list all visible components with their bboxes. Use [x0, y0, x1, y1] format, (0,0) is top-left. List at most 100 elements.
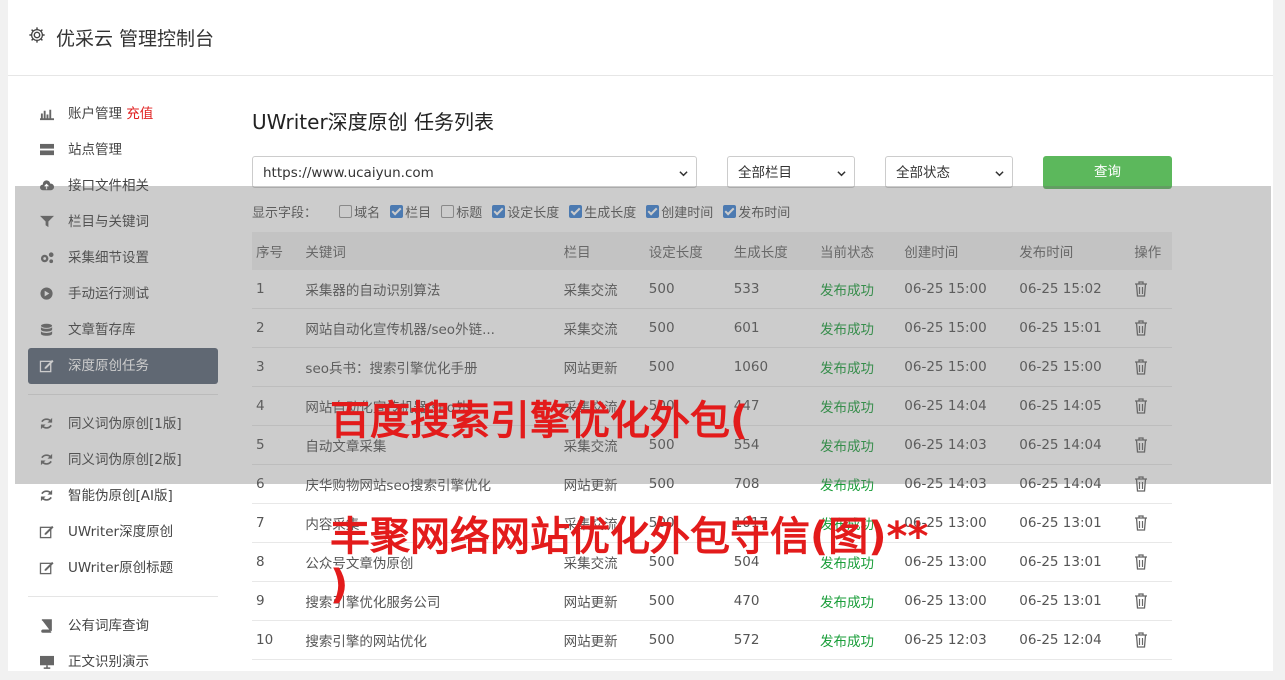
sidebar-item[interactable]: 手动运行测试: [28, 276, 218, 312]
table-cell: 06-25 14:03: [900, 425, 1016, 465]
trash-icon[interactable]: [1134, 320, 1148, 336]
table-cell: 06-25 14:04: [1015, 464, 1131, 504]
app-title: 优采云 管理控制台: [56, 28, 215, 50]
server-icon: [40, 143, 54, 156]
column-select[interactable]: 全部栏目: [727, 156, 855, 188]
sidebar-item-label: 公有词库查询: [68, 618, 149, 634]
table-cell-action: [1130, 542, 1172, 582]
sidebar-item[interactable]: 站点管理: [28, 132, 218, 168]
trash-icon[interactable]: [1134, 476, 1148, 492]
table-cell: 708: [729, 464, 817, 504]
table-cell: 发布成功: [816, 581, 901, 621]
edit-icon: [39, 525, 54, 539]
table-cell: 06-25 12:03: [900, 620, 1016, 660]
table-cell: 采集交流: [559, 308, 645, 348]
refresh-icon: [40, 417, 53, 430]
top-header: 优采云 管理控制台: [8, 0, 1273, 76]
refresh-icon: [40, 489, 53, 502]
table-cell: 网站更新: [559, 464, 645, 504]
checkbox[interactable]: [723, 205, 737, 218]
table-cell: 9: [252, 581, 302, 621]
field-checkbox[interactable]: 标题: [441, 202, 482, 221]
sidebar-item[interactable]: 智能伪原创[AI版]: [28, 478, 218, 514]
table-cell: 06-25 14:04: [900, 386, 1016, 426]
trash-icon[interactable]: [1134, 398, 1148, 414]
sidebar-item-label: 同义词伪原创[2版]: [68, 452, 182, 468]
trash-icon[interactable]: [1134, 515, 1148, 531]
checkbox[interactable]: [492, 205, 506, 218]
checkbox[interactable]: [646, 205, 660, 218]
sidebar-item[interactable]: UWriter原创标题: [28, 550, 218, 586]
gears-icon: [40, 252, 54, 264]
column-header: 生成长度: [729, 232, 817, 270]
table-cell: 500: [644, 270, 730, 309]
table-cell: 1: [252, 270, 302, 309]
checkbox[interactable]: [441, 205, 455, 218]
table-cell-action: [1130, 386, 1172, 426]
field-checkbox[interactable]: 创建时间: [646, 202, 713, 221]
trash-icon[interactable]: [1134, 437, 1148, 453]
cloud-upload-icon: [40, 180, 55, 191]
sidebar-item[interactable]: 采集细节设置: [28, 240, 218, 276]
column-header: 操作: [1130, 232, 1172, 270]
sidebar-item[interactable]: 正文识别演示: [28, 644, 218, 680]
field-label: 域名: [354, 206, 381, 221]
sidebar-item[interactable]: 接口文件相关: [28, 168, 218, 204]
field-checkbox[interactable]: 设定长度: [492, 202, 559, 221]
trash-icon[interactable]: [1134, 593, 1148, 609]
trash-icon[interactable]: [1134, 554, 1148, 570]
sidebar-item[interactable]: UWriter深度原创: [28, 514, 218, 550]
table-cell: 1060: [729, 347, 817, 387]
checkbox[interactable]: [390, 205, 404, 218]
checkbox[interactable]: [569, 205, 583, 218]
table-cell: 发布成功: [816, 464, 901, 504]
field-checkbox[interactable]: 栏目: [390, 202, 431, 221]
table-cell: 发布成功: [816, 308, 901, 348]
edit-icon: [39, 359, 54, 373]
sidebar-item[interactable]: 栏目与关键词: [28, 204, 218, 240]
sidebar-item[interactable]: 同义词伪原创[1版]: [28, 406, 218, 442]
table-row: 3 seo兵书：搜索引擎优化手册 网站更新 500 1060 发布成功 06-25 15:0…: [252, 347, 1172, 387]
sidebar-item[interactable]: 同义词伪原创[2版]: [28, 442, 218, 478]
table-cell-action: [1130, 620, 1172, 660]
table-cell: 500: [644, 620, 730, 660]
table-cell-action: [1130, 503, 1172, 543]
site-select[interactable]: https://www.ucaiyun.com: [252, 156, 697, 188]
sidebar-item-label: 同义词伪原创[1版]: [68, 416, 182, 432]
table-row: 1 采集器的自动识别算法 采集交流 500 533 发布成功 06-25 15:00 06-2…: [252, 270, 1172, 309]
sidebar-divider: [28, 394, 218, 395]
table-cell: 网站更新: [559, 620, 645, 660]
status-select[interactable]: 全部状态: [885, 156, 1013, 188]
trash-icon[interactable]: [1134, 359, 1148, 375]
sidebar-item[interactable]: 深度原创任务: [28, 348, 218, 384]
recharge-link[interactable]: 充值: [126, 106, 153, 122]
page-title: UWriter深度原创 任务列表: [252, 110, 495, 134]
database-icon: [40, 323, 53, 336]
sidebar-item[interactable]: 公有词库查询: [28, 608, 218, 644]
sidebar-item[interactable]: 账户管理 充值: [28, 96, 218, 132]
sidebar-item-label: 手动运行测试: [68, 286, 149, 302]
field-checkbox[interactable]: 发布时间: [723, 202, 790, 221]
table-cell: 网站更新: [559, 581, 645, 621]
sidebar-item-label: 文章暂存库: [68, 322, 136, 338]
status-select-value: 全部状态: [896, 165, 950, 181]
table-cell: 06-25 15:01: [1015, 308, 1131, 348]
table-cell: 500: [644, 464, 730, 504]
field-checkbox[interactable]: 生成长度: [569, 202, 636, 221]
field-label: 发布时间: [738, 206, 791, 221]
trash-icon[interactable]: [1134, 632, 1148, 648]
trash-icon[interactable]: [1134, 281, 1148, 297]
column-header: 发布时间: [1015, 232, 1131, 270]
table-cell: 06-25 15:00: [900, 308, 1016, 348]
table-cell-action: [1130, 425, 1172, 465]
monitor-icon: [40, 655, 54, 669]
field-checkbox[interactable]: 域名: [339, 202, 380, 221]
checkbox[interactable]: [339, 205, 353, 218]
watermark-line-2: 丰聚网络网站优化外包守信(图)**: [330, 514, 929, 560]
sidebar-item-label: 账户管理: [68, 106, 122, 122]
sidebar-item[interactable]: 文章暂存库: [28, 312, 218, 348]
query-button[interactable]: 查询: [1043, 156, 1172, 189]
play-circle-icon: [40, 287, 53, 300]
table-cell: 10: [252, 620, 302, 660]
table-cell: 发布成功: [816, 425, 901, 465]
